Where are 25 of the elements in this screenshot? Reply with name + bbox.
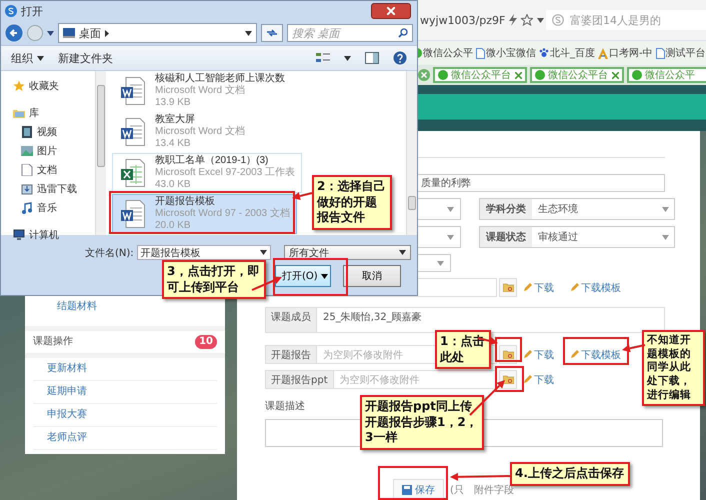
callout-tooltip: 不知道开题模板的同学从此处下载，进行编辑 — [642, 330, 705, 406]
callout-tooltip: 开题报告ppt同上传开题报告步骤1，2，3一样 — [360, 395, 484, 450]
search-text: 富婆团14人是男的 — [570, 12, 661, 28]
callout-tooltip: 4.上传之后点击保存 — [510, 462, 630, 486]
file-name: 教职工名单（2019-1）(3) — [155, 155, 270, 167]
callout-tooltip: 3，点击打开，即可上传到平台 — [162, 260, 266, 300]
note-text: 附件字段 — [474, 484, 514, 497]
count-badge: 10 — [195, 335, 217, 349]
file-type: Microsoft Word 文档 — [155, 126, 245, 138]
field-label: 课题描述 — [265, 400, 305, 413]
file-type: Microsoft Word 文档 — [155, 85, 246, 97]
file-size: 13.4 KB — [155, 138, 192, 150]
file-name: 核磁和人工智能老师上课次数 — [155, 73, 285, 84]
note-text: (只 — [450, 484, 464, 497]
file-size: 13.9 KB — [155, 97, 192, 109]
file-type: Microsoft Word 97 - 2003 文档 — [155, 208, 290, 220]
file-name: 教室大屏 — [155, 114, 196, 126]
field-label: 文件名(N): — [85, 246, 134, 260]
window-title: 打开 — [21, 4, 44, 18]
file-name: 开题报告模板 — [155, 196, 216, 208]
file-size: 43.0 KB — [155, 179, 192, 191]
callout-tooltip: 1：点击此处 — [435, 330, 491, 370]
section-heading: 课题操作 — [33, 335, 73, 349]
callout-tooltip: 2：选择自己做好的开题报告文件 — [312, 175, 392, 230]
file-size: 20.0 KB — [155, 220, 192, 232]
